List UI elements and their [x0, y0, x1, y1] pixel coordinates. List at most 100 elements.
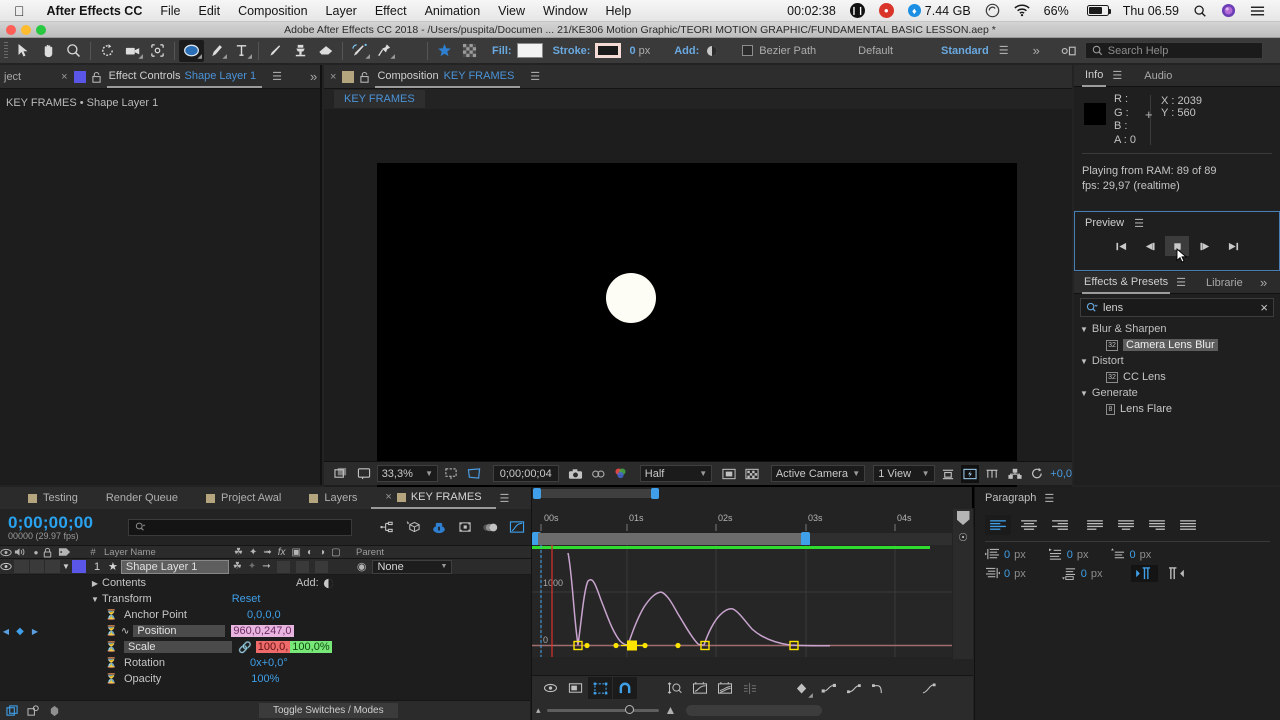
frame-blending-icon[interactable] [452, 516, 478, 538]
shape-layer-circle[interactable] [606, 273, 656, 323]
camera-tool[interactable]: ◢ [120, 40, 145, 62]
brush-tool[interactable] [263, 40, 288, 62]
property-value[interactable]: 960,0,247,0 [231, 625, 294, 637]
separate-dimensions-icon[interactable] [738, 677, 762, 699]
stopwatch-icon[interactable]: ⏳ [105, 610, 118, 621]
hand-tool[interactable] [36, 40, 61, 62]
shape-tool[interactable]: ◢ [179, 39, 204, 62]
layer-expand-arrow[interactable]: ▼ [60, 562, 72, 571]
panel-menu-icon[interactable]: ☰ [530, 70, 540, 83]
pause-icon[interactable]: ❙❙ [843, 3, 872, 18]
tab-project-awal[interactable]: Project Awal [192, 487, 295, 509]
menu-item-effect[interactable]: Effect [366, 4, 416, 18]
horizontal-scrollbar[interactable] [686, 704, 823, 716]
indent-left-margin-field[interactable]: 0 px [985, 548, 1026, 561]
easy-ease-icon[interactable] [817, 677, 841, 699]
puppet-pin-tool[interactable]: ◢ [372, 40, 397, 62]
fx-toggle[interactable] [276, 560, 290, 573]
first-frame-button[interactable] [1109, 236, 1133, 256]
motion-blur-toggle-icon[interactable] [48, 705, 61, 717]
default-label[interactable]: Default [858, 45, 893, 57]
close-window-button[interactable] [6, 25, 16, 35]
work-area-bar[interactable] [532, 532, 952, 546]
zoom-out-icon[interactable]: ▴ [536, 705, 541, 716]
property-value[interactable]: 0,0,0,0 [247, 609, 281, 621]
creative-cloud-icon[interactable] [978, 3, 1007, 18]
current-time-display[interactable]: 0;00;00;04 [492, 465, 559, 482]
panel-menu-icon[interactable]: ☰ [1112, 69, 1122, 82]
stopwatch-icon[interactable]: ⏳ [105, 626, 118, 637]
reset-exposure-icon[interactable] [1028, 465, 1046, 483]
pick-whip-icon[interactable]: ◉ [357, 560, 367, 573]
chevron-double-right-icon[interactable]: » [310, 69, 317, 84]
property-value[interactable]: 0x+0,0° [250, 657, 288, 669]
record-icon[interactable]: ● [872, 3, 901, 18]
project-tab[interactable]: ject [4, 71, 21, 83]
search-icon[interactable] [1186, 4, 1214, 18]
timecode-block[interactable]: 0;00;00;00 00000 (29.97 fps) [8, 514, 116, 541]
chevron-right-icon[interactable]: ▶ [88, 579, 102, 588]
minimize-window-button[interactable] [21, 25, 31, 35]
workspace-icon[interactable] [1060, 44, 1077, 58]
bezier-path-checkbox[interactable] [742, 45, 754, 56]
menu-item-file[interactable]: File [151, 4, 189, 18]
layer-name-field[interactable]: Shape Layer 1 [120, 559, 229, 574]
align-center-button[interactable] [1016, 515, 1042, 535]
graph-editor-icon[interactable] [504, 516, 530, 538]
mask-icon[interactable] [589, 465, 607, 483]
next-keyframe-arrow[interactable]: ▶ [28, 627, 42, 636]
next-frame-button[interactable] [1193, 236, 1217, 256]
menu-item-edit[interactable]: Edit [190, 4, 230, 18]
timeline-search-input[interactable] [128, 518, 352, 536]
effects-category-blur-sharpen[interactable]: ▼ Blur & Sharpen [1074, 321, 1280, 337]
justify-all-button[interactable] [1175, 515, 1201, 535]
comp-marker-icon[interactable] [956, 511, 970, 525]
work-area-span[interactable] [538, 533, 809, 545]
star-icon[interactable] [432, 40, 457, 62]
lock-icon[interactable] [43, 547, 58, 558]
camera-view-dropdown[interactable]: Active Camera ▼ [770, 465, 866, 482]
fx-icon[interactable]: fx [278, 547, 286, 558]
menu-item-after-effects[interactable]: After Effects CC [38, 4, 152, 18]
layer-label-color[interactable] [72, 560, 86, 573]
keyframe-interpolation-icon[interactable]: ◢ [792, 677, 816, 699]
chevron-double-right-icon[interactable]: » [1260, 275, 1267, 290]
fill-color-swatch[interactable] [516, 43, 543, 58]
adjustment-icon[interactable]: ◑ [319, 547, 325, 558]
navigator-start-handle[interactable] [533, 488, 541, 499]
exposure-value[interactable]: +0,0 [1050, 468, 1072, 480]
indent-right-margin-field[interactable]: 0 px [985, 567, 1026, 580]
add-icon[interactable] [706, 45, 718, 57]
clock[interactable]: Thu 06.59 [1116, 4, 1186, 18]
layer-lock-toggle[interactable] [45, 560, 60, 573]
fast-preview-icon[interactable] [960, 464, 980, 483]
auto-zoom-icon[interactable] [663, 677, 687, 699]
effects-category-distort[interactable]: ▼ Distort [1074, 353, 1280, 369]
selection-tool[interactable] [11, 40, 36, 62]
panel-menu-icon[interactable]: ☰ [1044, 492, 1054, 505]
checkerboard-icon[interactable] [742, 465, 760, 483]
take-snapshot-icon[interactable] [332, 465, 350, 483]
eraser-tool[interactable] [313, 40, 338, 62]
panel-menu-icon[interactable]: ☰ [272, 70, 282, 83]
show-graph-icon[interactable] [563, 677, 587, 699]
close-icon[interactable]: × [330, 71, 336, 83]
frame-blend-icon[interactable]: ▣ [292, 547, 301, 558]
quality-icon[interactable]: ➟ [263, 547, 271, 558]
add-icon[interactable] [323, 578, 334, 589]
stopwatch-icon[interactable]: ⏳ [105, 674, 118, 685]
stroke-color-swatch[interactable] [595, 43, 622, 58]
composition-mini-flowchart-icon[interactable] [374, 516, 400, 538]
layer-audio-toggle[interactable] [14, 560, 29, 573]
easy-ease-out-icon[interactable] [867, 677, 891, 699]
keyframe-diamond-icon[interactable]: ◆ [12, 626, 28, 637]
lock-icon[interactable] [91, 71, 101, 83]
space-after-paragraph-field[interactable]: 0 px [1061, 567, 1103, 580]
solo-icon[interactable]: ● [29, 548, 43, 557]
pixel-aspect-icon[interactable] [939, 465, 957, 483]
stopwatch-icon[interactable]: ⏳ [105, 658, 118, 669]
fit-all-graphs-icon[interactable] [713, 677, 737, 699]
value-graph-icon[interactable]: ∿ [121, 626, 129, 637]
justify-last-right-button[interactable] [1144, 515, 1170, 535]
timeline-icon[interactable] [983, 465, 1001, 483]
